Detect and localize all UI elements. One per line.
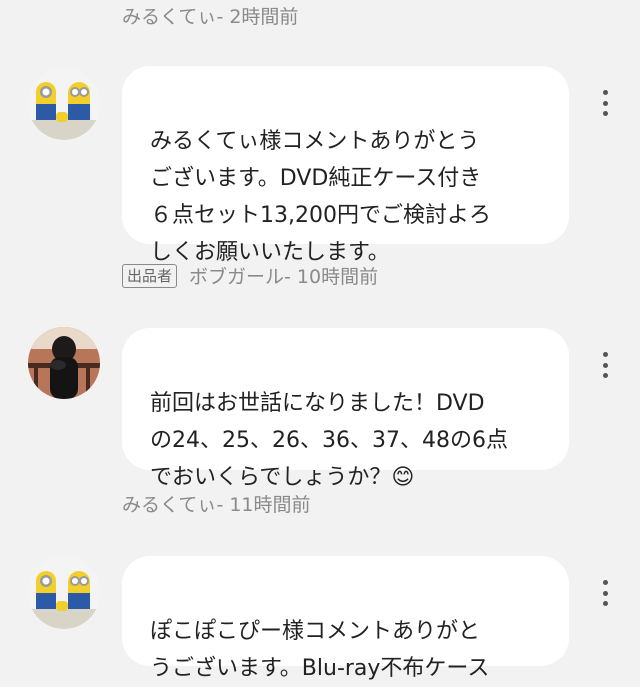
avatar[interactable] bbox=[28, 68, 100, 140]
minion-figures-icon bbox=[28, 68, 100, 140]
more-vert-icon[interactable] bbox=[598, 580, 612, 606]
comment-time: - 10時間前 bbox=[284, 266, 379, 288]
comment-time: - 2時間前 bbox=[216, 6, 299, 28]
commenter-name[interactable]: みるくてぃ bbox=[122, 2, 216, 29]
comment-bubble: ぽこぽこぴー様コメントありがと うございます。Blu-ray不布ケース bbox=[122, 556, 569, 681]
comment-text: みるくてぃ様コメントありがとう ございます。DVD純正ケース付き ６点セット13… bbox=[150, 129, 491, 265]
comment-meta: みるくてぃ - 11時間前 bbox=[122, 490, 311, 517]
person-photo-icon bbox=[28, 327, 100, 399]
comment-bubble: みるくてぃ様コメントありがとう ございます。DVD純正ケース付き ６点セット13… bbox=[122, 66, 569, 265]
comment-meta: みるくてぃ - 2時間前 bbox=[122, 2, 298, 29]
comment-text: ぽこぽこぴー様コメントありがと うございます。Blu-ray不布ケース bbox=[150, 619, 490, 681]
commenter-name[interactable]: ボブガール bbox=[189, 262, 284, 289]
comment-meta: 出品者 ボブガール - 10時間前 bbox=[122, 262, 378, 289]
avatar[interactable] bbox=[28, 557, 100, 629]
seller-badge: 出品者 bbox=[122, 263, 178, 288]
comment-bubble: 前回はお世話になりました！DVD の24、25、26、36、37、48の6点 で… bbox=[122, 328, 569, 490]
more-vert-icon[interactable] bbox=[598, 90, 612, 116]
avatar[interactable] bbox=[28, 327, 100, 399]
more-vert-icon[interactable] bbox=[598, 352, 612, 378]
comment-text: 前回はお世話になりました！DVD の24、25、26、36、37、48の6点 で… bbox=[150, 391, 508, 490]
minion-figures-icon bbox=[28, 557, 100, 629]
commenter-name[interactable]: みるくてぃ bbox=[122, 490, 216, 517]
comment-time: - 11時間前 bbox=[216, 494, 311, 516]
